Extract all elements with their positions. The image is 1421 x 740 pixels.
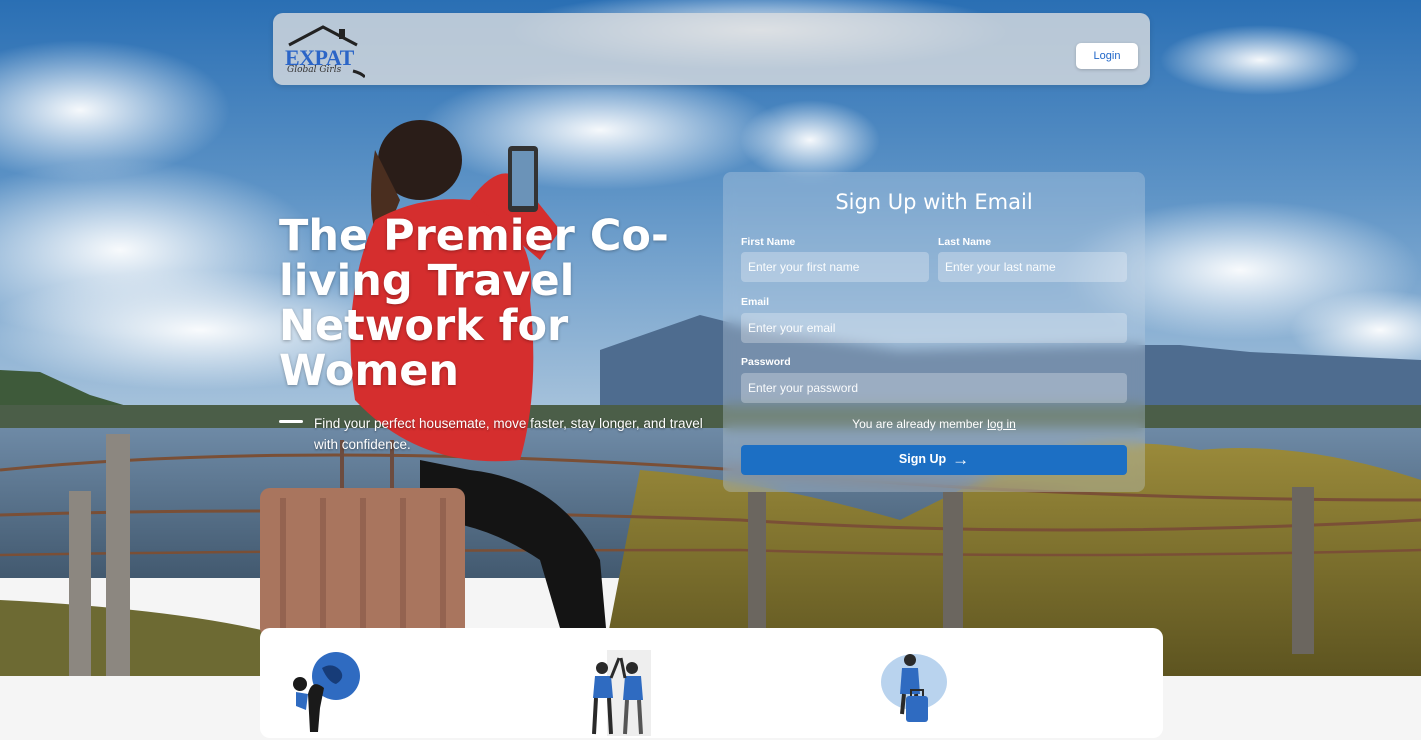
high-five-icon: [592, 650, 651, 736]
password-label: Password: [741, 356, 791, 368]
hero-tagline: Find your perfect housemate, move faster…: [314, 416, 703, 452]
signup-title: Sign Up with Email: [835, 190, 1033, 214]
first-name-label: First Name: [741, 236, 796, 248]
site-logo[interactable]: EXPAT Global Girls: [283, 25, 367, 81]
already-member-label: You are already member: [852, 417, 984, 431]
signup-form: Sign Up with Email First Name Last Name …: [723, 172, 1145, 492]
navbar: EXPAT Global Girls Login: [273, 13, 1150, 85]
hero-headline: The Premier Co-living Travel Network for…: [279, 211, 669, 396]
features-strip: [260, 628, 1163, 738]
signup-button[interactable]: Sign Up →: [741, 445, 1127, 475]
tagline-dash: [279, 420, 303, 423]
email-label: Email: [741, 296, 770, 308]
logo-subtext: Global Girls: [287, 65, 342, 75]
globe-traveler-icon: [293, 652, 360, 732]
email-input[interactable]: [741, 313, 1127, 343]
suitcase-traveler-icon: [881, 654, 947, 722]
login-link[interactable]: log in: [987, 417, 1016, 431]
already-member-text: You are already member log in: [723, 417, 1145, 431]
arrow-right-icon: →: [952, 450, 970, 469]
login-button[interactable]: Login: [1076, 43, 1138, 69]
last-name-input[interactable]: [938, 252, 1127, 282]
last-name-label: Last Name: [938, 236, 992, 248]
signup-button-label: Sign Up: [898, 452, 947, 466]
first-name-input[interactable]: [741, 252, 929, 282]
password-input[interactable]: [741, 373, 1127, 403]
